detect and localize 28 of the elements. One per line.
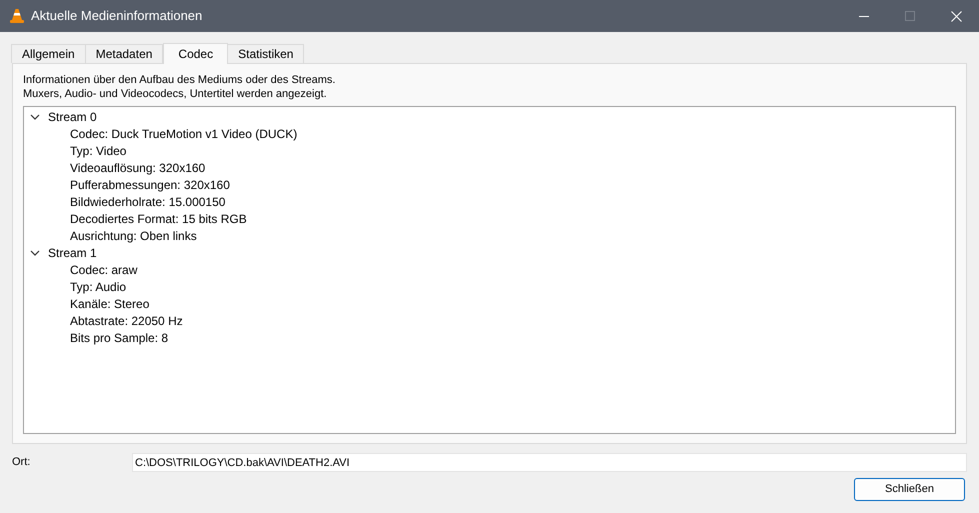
tab[interactable]: Allgemein: [11, 44, 86, 63]
tab[interactable]: Metadaten: [84, 44, 164, 63]
tree-item[interactable]: Typ: Audio: [70, 278, 126, 296]
tab[interactable]: Codec: [163, 43, 228, 64]
tree-item[interactable]: Pufferabmessungen: 320x160: [70, 176, 230, 194]
tree-item[interactable]: Kanäle: Stereo: [70, 294, 150, 312]
tree-item[interactable]: Stream 1: [48, 244, 97, 262]
tree-item[interactable]: Codec: araw: [70, 260, 138, 278]
tree-item[interactable]: Videoauflösung: 320x160: [70, 158, 206, 176]
traffic-cone-icon: [9, 8, 25, 24]
tree-item[interactable]: Bits pro Sample: 8: [70, 328, 168, 346]
window-title: Aktuelle Medieninformationen: [31, 7, 202, 26]
tree-item[interactable]: Decodiertes Format: 15 bits RGB: [70, 210, 247, 228]
description-text: Muxers, Audio- und Videocodecs, Untertitel werden angezeigt.: [23, 87, 328, 101]
close-dialog-button[interactable]: Schließen: [854, 478, 965, 501]
tab[interactable]: Statistiken: [227, 44, 304, 63]
tree-item[interactable]: Ausrichtung: Oben links: [70, 226, 197, 244]
tree-item[interactable]: Stream 0: [48, 108, 97, 126]
tree-item[interactable]: Abtastrate: 22050 Hz: [70, 312, 183, 330]
tree-item[interactable]: Codec: Duck TrueMotion v1 Video (DUCK): [70, 124, 298, 142]
tree-item[interactable]: Typ: Video: [70, 142, 126, 160]
chevron-icon[interactable]: [30, 112, 40, 122]
tree-item[interactable]: Bildwiederholrate: 15.000150: [70, 192, 226, 210]
location-label: Ort:: [12, 455, 32, 470]
location-field[interactable]: C:\DOS\TRILOGY\CD.bak\AVI\DEATH2.AVI: [132, 453, 967, 472]
chevron-icon[interactable]: [30, 248, 40, 258]
close-icon: [950, 10, 962, 22]
description-text: Informationen über den Aufbau des Mediums oder des Streams.: [23, 73, 336, 87]
